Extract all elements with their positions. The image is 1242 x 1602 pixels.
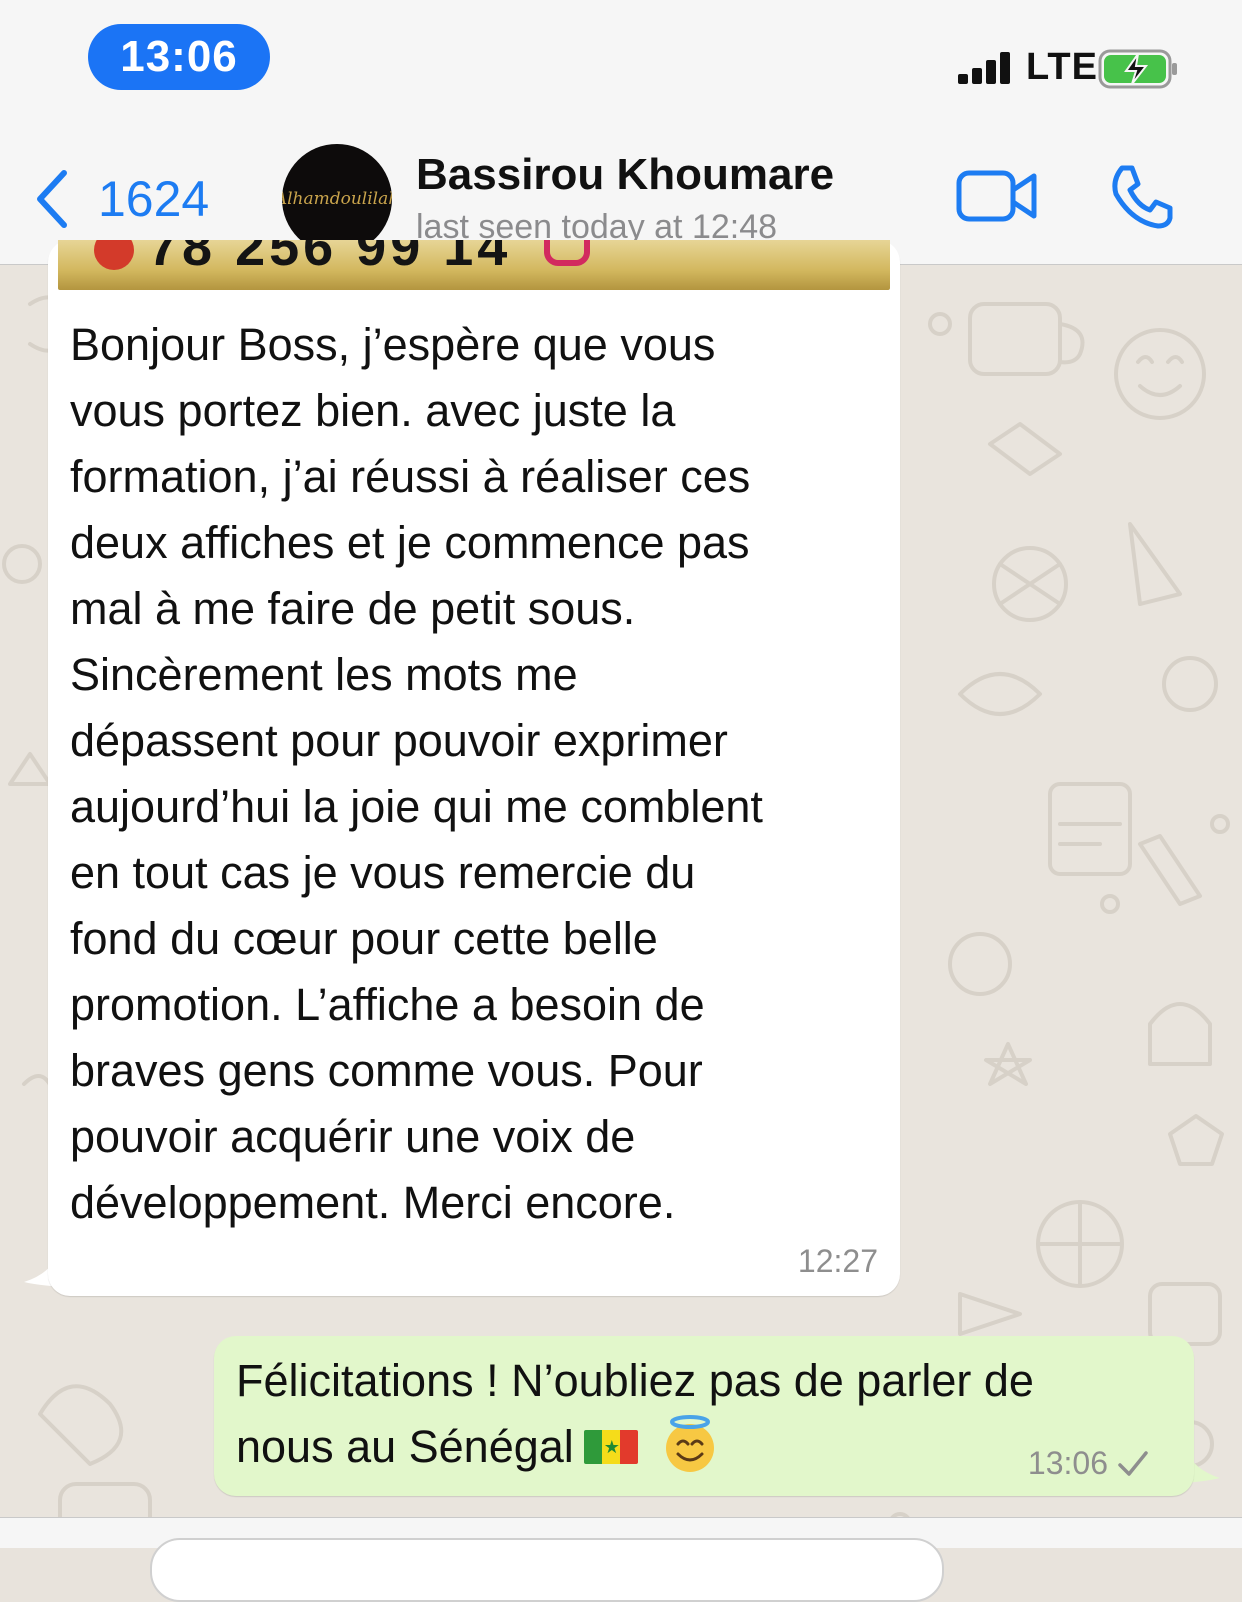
network-type: LTE xyxy=(1026,46,1098,88)
senegal-flag-icon xyxy=(583,1430,638,1464)
message-meta: 13:06 xyxy=(1028,1445,1150,1482)
avatar-logo-text: Alhamdoulilah xyxy=(282,189,392,209)
chevron-left-icon xyxy=(37,170,67,228)
battery-charging-icon xyxy=(1098,49,1177,89)
status-bar: 13:06 LTE xyxy=(0,0,1242,120)
message-input-bar xyxy=(0,1517,1242,1602)
signal-bars-icon xyxy=(958,52,1010,84)
message-time: 12:27 xyxy=(797,1243,878,1279)
attached-image-preview[interactable]: 78 256 99 14 xyxy=(58,240,890,290)
instagram-icon xyxy=(544,240,590,266)
outgoing-message-bubble[interactable]: Félicitations ! N’oubliez pas de parler … xyxy=(214,1336,1194,1496)
phone-icon xyxy=(94,240,134,270)
video-call-icon[interactable] xyxy=(956,168,1038,224)
status-time: 13:06 xyxy=(88,24,270,90)
message-text: Bonjour Boss, j’espère que vous vous por… xyxy=(70,319,763,1228)
incoming-message-bubble[interactable]: 78 256 99 14 Bonjour Boss, j’espère que … xyxy=(48,240,900,1296)
contact-name[interactable]: Bassirou Khoumare xyxy=(416,150,834,200)
avatar[interactable]: Alhamdoulilah xyxy=(282,144,392,254)
unread-count: 1624 xyxy=(98,171,210,227)
message-input[interactable] xyxy=(150,1538,944,1602)
message-line-1: Félicitations ! N’oubliez pas de parler … xyxy=(236,1355,1034,1406)
phone-call-icon[interactable] xyxy=(1108,164,1174,230)
message-time: 13:06 xyxy=(1027,1445,1108,1481)
back-button[interactable]: 1624 xyxy=(34,164,209,234)
sent-check-icon xyxy=(1118,1450,1148,1476)
image-phone-number: 78 256 99 14 xyxy=(148,240,512,277)
smiling-face-with-halo-icon xyxy=(665,1415,714,1472)
message-line-2: nous au Sénégal xyxy=(236,1421,574,1472)
